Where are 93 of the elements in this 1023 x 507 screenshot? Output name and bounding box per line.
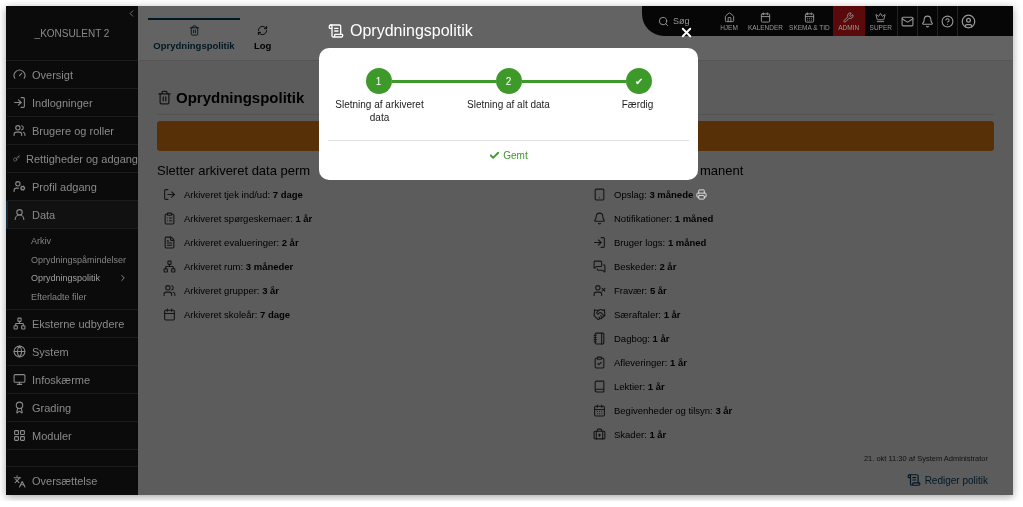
retention-text: Beskeder: 2 år bbox=[614, 260, 677, 272]
medical-kit-icon bbox=[593, 427, 606, 441]
section-heading: Sletter arkiveret data perm bbox=[157, 161, 312, 180]
retention-text: Arkiveret spørgeskemaer: 1 år bbox=[184, 212, 313, 224]
users-icon bbox=[13, 124, 26, 137]
retention-text: Arkiveret tjek ind/ud: 7 dage bbox=[184, 188, 303, 200]
retention-text: Dagbog: 1 år bbox=[614, 332, 670, 344]
retention-text: Arkiveret skoleår: 7 dage bbox=[184, 308, 291, 320]
step-label: Færdig bbox=[620, 98, 655, 112]
help-icon[interactable] bbox=[936, 6, 957, 36]
tab[interactable]: Log bbox=[246, 18, 280, 56]
user-icon bbox=[593, 283, 606, 297]
sidebar-item[interactable]: Rettigheder og adgang bbox=[6, 145, 138, 173]
wrench-icon bbox=[843, 11, 855, 23]
step-marker: 2 bbox=[495, 68, 522, 94]
sidebar-subitem[interactable]: Oprydningspolitik bbox=[6, 269, 138, 288]
scroll-icon bbox=[906, 473, 921, 487]
retention-text: Opslag: 3 månede bbox=[614, 188, 694, 200]
retention-text: Arkiveret grupper: 3 år bbox=[184, 284, 280, 296]
sidebar-item[interactable]: Grading bbox=[6, 394, 138, 422]
login-icon bbox=[13, 96, 26, 109]
close-button[interactable] bbox=[679, 25, 694, 40]
document-icon bbox=[163, 235, 176, 249]
step-marker: ✔ bbox=[625, 68, 652, 94]
translate-icon bbox=[13, 474, 26, 488]
grid-icon bbox=[13, 429, 26, 442]
network-icon bbox=[13, 317, 26, 330]
award-icon bbox=[13, 401, 26, 414]
print-icon[interactable] bbox=[696, 188, 708, 200]
globe-icon bbox=[13, 345, 26, 358]
monitor-icon bbox=[13, 373, 26, 386]
step-label: Sletning af arkiveret data bbox=[334, 98, 425, 125]
retention-text: Arkiveret evalueringer: 2 år bbox=[184, 236, 299, 248]
sidebar-item[interactable]: Eksterne udbydere bbox=[6, 310, 138, 338]
sidebar-item[interactable]: Brugere og roller bbox=[6, 117, 138, 145]
chevron-right-icon bbox=[118, 273, 128, 284]
sidebar-item[interactable]: Infoskærme bbox=[6, 366, 138, 394]
sidebar-item[interactable]: Moduler bbox=[6, 422, 138, 450]
tablet-icon bbox=[593, 187, 606, 201]
calendar-icon bbox=[163, 307, 176, 321]
trash-icon bbox=[157, 90, 172, 105]
users-icon bbox=[163, 283, 176, 297]
sidebar-item[interactable]: Data bbox=[6, 201, 138, 229]
sidebar-item[interactable]: System bbox=[6, 338, 138, 366]
key-icon bbox=[13, 152, 21, 165]
step-marker: 1 bbox=[365, 68, 392, 94]
scroll-icon bbox=[328, 23, 344, 39]
step-label: Sletning af alt data bbox=[466, 98, 551, 112]
saved-status: Gemt bbox=[489, 150, 528, 161]
retention-text: Begivenheder og tilsyn: 3 år bbox=[614, 404, 733, 416]
network-icon bbox=[163, 259, 176, 273]
calendar-icon bbox=[803, 11, 815, 23]
retention-text: Arkiveret rum: 3 måneder bbox=[184, 260, 294, 272]
user-gear-icon bbox=[13, 180, 26, 193]
section-heading: manent bbox=[699, 161, 745, 180]
sidebar-item[interactable]: Oversættelse bbox=[6, 467, 138, 495]
retention-text: Notifikationer: 1 måned bbox=[614, 212, 714, 224]
clipboard-icon bbox=[163, 211, 176, 225]
sidebar-item[interactable]: Indlogninger bbox=[6, 89, 138, 117]
chat-icon bbox=[593, 259, 606, 273]
modal-title: Oprydningspolitik bbox=[350, 22, 473, 40]
calendar-icon bbox=[760, 11, 771, 23]
handshake-icon bbox=[593, 307, 606, 321]
retention-text: Lektier: 1 år bbox=[614, 380, 665, 392]
crown-icon bbox=[875, 11, 887, 23]
notebook-icon bbox=[593, 331, 606, 345]
retention-text: Afleveringer: 1 år bbox=[614, 356, 687, 368]
refresh-icon bbox=[257, 25, 269, 36]
sidebar-item[interactable]: Oversigt bbox=[6, 61, 138, 89]
check-icon bbox=[489, 150, 501, 161]
bell-icon bbox=[593, 211, 606, 225]
page-title: Oprydningspolitik bbox=[176, 89, 305, 106]
tab[interactable]: Oprydningspolitik bbox=[148, 18, 240, 56]
sidebar-subitem[interactable]: Arkiv bbox=[6, 232, 138, 251]
retention-text: Særaftaler: 1 år bbox=[614, 308, 681, 320]
retention-text: Skader: 1 år bbox=[614, 428, 667, 440]
home-icon bbox=[723, 11, 735, 23]
sidebar-subitem[interactable]: Efterladte filer bbox=[6, 287, 138, 306]
user-icon bbox=[13, 208, 26, 221]
calendar-icon bbox=[593, 403, 606, 417]
book-icon bbox=[593, 379, 606, 393]
trash-icon bbox=[188, 25, 200, 36]
login-icon bbox=[593, 235, 606, 249]
search-icon bbox=[658, 15, 669, 27]
logout-icon bbox=[163, 187, 176, 201]
gauge-icon bbox=[13, 68, 26, 81]
account-name: _KONSULENT 2 bbox=[34, 27, 110, 39]
mail-icon[interactable] bbox=[896, 6, 917, 36]
clipboard-check-icon bbox=[593, 355, 606, 369]
sidebar-subitem[interactable]: Oprydningspåmindelser bbox=[6, 250, 138, 269]
search-field[interactable]: Søg bbox=[673, 16, 713, 26]
retention-text: Bruger logs: 1 måned bbox=[614, 236, 707, 248]
retention-text: Fravær: 5 år bbox=[614, 284, 667, 296]
